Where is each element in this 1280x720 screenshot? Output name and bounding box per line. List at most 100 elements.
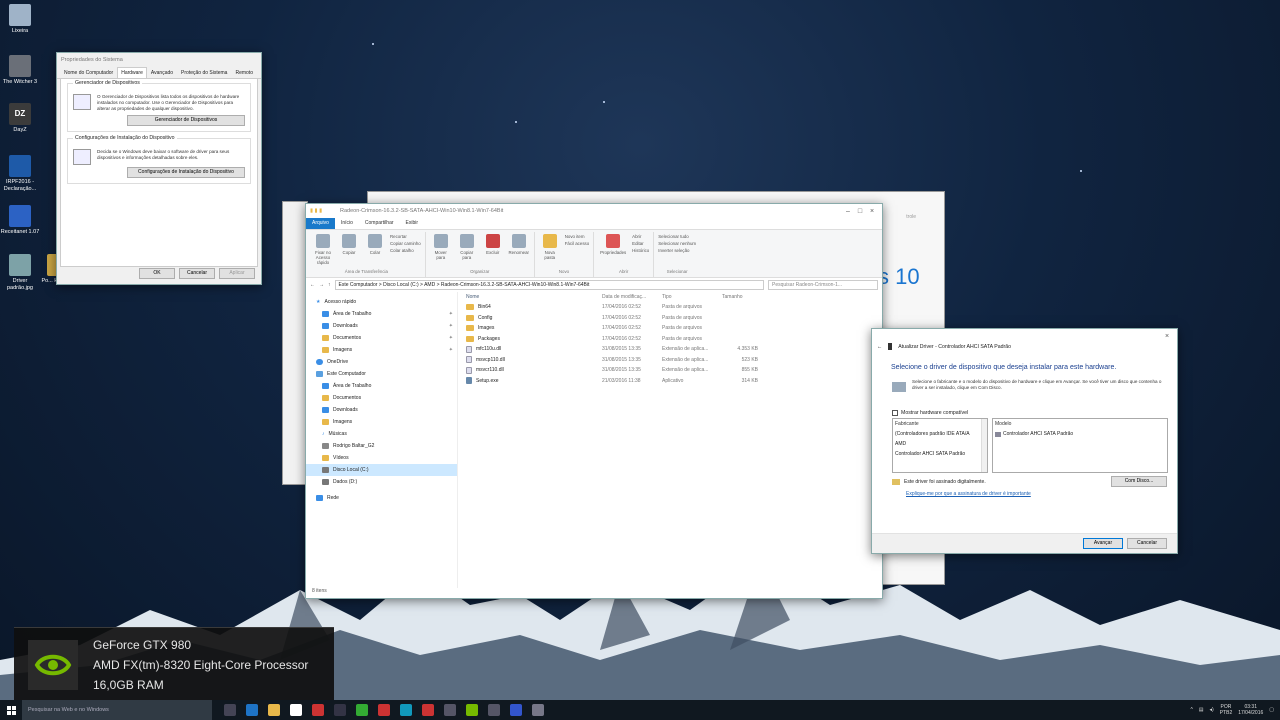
copy-to-button[interactable]: Copiar para bbox=[456, 232, 478, 269]
history-button[interactable]: Histórico bbox=[632, 248, 649, 253]
list-item[interactable]: Controlador AHCI SATA Padrão bbox=[993, 429, 1167, 439]
nav-item-pc-downloads[interactable]: Downloads bbox=[306, 404, 457, 416]
apply-button[interactable]: Aplicar bbox=[219, 268, 255, 279]
have-disk-button[interactable]: Com Disco... bbox=[1111, 476, 1167, 487]
tray-chevron-icon[interactable]: ^ bbox=[1190, 707, 1192, 713]
model-list[interactable]: Modelo Controlador AHCI SATA Padrão bbox=[992, 418, 1168, 473]
list-item[interactable]: Controlador AHCI SATA Padrão bbox=[893, 449, 987, 459]
ok-button[interactable]: OK bbox=[139, 268, 175, 279]
select-all-button[interactable]: Selecionar tudo bbox=[658, 234, 696, 239]
tab-remote[interactable]: Remoto bbox=[231, 67, 257, 78]
device-install-settings-button[interactable]: Configurações de Instalação do Dispositi… bbox=[127, 167, 245, 178]
desktop-icon-receitanet[interactable]: Receitanet 1.07 bbox=[0, 205, 40, 236]
network-icon[interactable]: ▤ bbox=[1199, 707, 1204, 713]
desktop-icon-dayz[interactable]: DZ DayZ bbox=[0, 103, 40, 134]
search-input[interactable]: Pesquisar Radeon-Crimson-1... bbox=[768, 280, 878, 290]
nav-item-local-disk-c[interactable]: Disco Local (C:) bbox=[306, 464, 457, 476]
file-row[interactable]: Config 17/04/2016 02:52 Pasta de arquivos bbox=[462, 313, 882, 324]
nav-item-desktop[interactable]: Área de Trabalho ✦ bbox=[306, 308, 457, 320]
app-icon[interactable] bbox=[510, 704, 522, 716]
file-row[interactable]: msvcr110.dll 31/08/2015 13:35 Extensão de … bbox=[462, 365, 882, 376]
back-arrow-icon[interactable]: ← bbox=[877, 344, 882, 350]
clock[interactable]: 03:31 17/04/2016 bbox=[1238, 704, 1263, 716]
tab-file[interactable]: Arquivo bbox=[306, 218, 335, 229]
nav-item-pc-desktop[interactable]: Área de Trabalho bbox=[306, 380, 457, 392]
update-driver-dialog[interactable]: × ← Atualizar Driver - Controlador AHCI … bbox=[871, 328, 1178, 554]
desktop-icon-driver-jpg[interactable]: Driver padrão.jpg bbox=[0, 254, 40, 292]
nav-item-downloads[interactable]: Downloads ✦ bbox=[306, 320, 457, 332]
cancel-button[interactable]: Cancelar bbox=[179, 268, 215, 279]
maximize-button[interactable]: □ bbox=[854, 208, 866, 215]
address-bar[interactable]: Este Computador > Disco Local (C:) > AMD… bbox=[334, 280, 764, 290]
back-arrow-icon[interactable]: ← bbox=[310, 282, 315, 288]
chrome-icon[interactable] bbox=[378, 704, 390, 716]
file-row[interactable]: mfc110u.dll 31/08/2015 13:35 Extensão de a… bbox=[462, 344, 882, 355]
sysprops-titlebar[interactable]: Propriedades do Sistema bbox=[57, 53, 261, 67]
cancel-button[interactable]: Cancelar bbox=[1127, 538, 1167, 549]
nav-item-pictures[interactable]: Imagens ✦ bbox=[306, 344, 457, 356]
app-icon[interactable] bbox=[422, 704, 434, 716]
nav-item-data-d[interactable]: Dados (D:) bbox=[306, 476, 457, 488]
app-icon[interactable] bbox=[444, 704, 456, 716]
cut-button[interactable]: Recortar bbox=[390, 234, 421, 239]
nvidia-icon[interactable] bbox=[466, 704, 478, 716]
desktop-icon-witcher[interactable]: The Witcher 3 bbox=[0, 55, 40, 86]
invert-selection-button[interactable]: Inverter seleção bbox=[658, 248, 696, 253]
desktop-icon-irpf[interactable]: IRPF2016 - Declaração... bbox=[0, 155, 40, 193]
file-explorer-icon[interactable] bbox=[268, 704, 280, 716]
task-view-icon[interactable] bbox=[224, 704, 236, 716]
utorrent-icon[interactable] bbox=[356, 704, 368, 716]
tab-home[interactable]: Início bbox=[335, 218, 359, 229]
signing-info-link[interactable]: Explique-me por que a assinatura de driv… bbox=[906, 491, 1177, 497]
select-none-button[interactable]: Selecionar nenhum bbox=[658, 241, 696, 246]
nav-item-network[interactable]: Rede bbox=[306, 492, 457, 504]
file-row[interactable]: Bin64 17/04/2016 02:52 Pasta de arquivos bbox=[462, 302, 882, 313]
close-button[interactable]: × bbox=[1161, 333, 1173, 340]
column-size[interactable]: Tamanho bbox=[722, 294, 758, 300]
nav-item-pc-device[interactable]: Rodrigo Baltar_G2 bbox=[306, 440, 457, 452]
file-row[interactable]: msvcp110.dll 31/08/2015 13:35 Extensão de … bbox=[462, 355, 882, 366]
skype-icon[interactable] bbox=[400, 704, 412, 716]
taskbar-search-box[interactable]: Pesquisar na Web e no Windows bbox=[22, 700, 212, 720]
forward-arrow-icon[interactable]: → bbox=[319, 282, 324, 288]
nav-item-pc-documents[interactable]: Documentos bbox=[306, 392, 457, 404]
copy-path-button[interactable]: Copiar caminho bbox=[390, 241, 421, 246]
store-icon[interactable] bbox=[290, 704, 302, 716]
properties-button[interactable]: Propriedades bbox=[598, 232, 628, 269]
column-name[interactable]: Nome bbox=[462, 294, 602, 300]
app-icon[interactable] bbox=[488, 704, 500, 716]
copy-button[interactable]: Copiar bbox=[338, 232, 360, 269]
column-date[interactable]: Data de modificaç... bbox=[602, 294, 662, 300]
file-row[interactable]: Packages 17/04/2016 02:52 Pasta de arquivo… bbox=[462, 334, 882, 345]
edit-button[interactable]: Editar bbox=[632, 241, 649, 246]
list-item[interactable]: (Controladores padrão IDE ATA/A bbox=[893, 429, 987, 439]
manufacturer-list[interactable]: Fabricante (Controladores padrão IDE ATA… bbox=[892, 418, 988, 473]
nav-item-onedrive[interactable]: OneDrive bbox=[306, 356, 457, 368]
steam-icon[interactable] bbox=[334, 704, 346, 716]
nav-item-quick-access[interactable]: ★ Acesso rápido bbox=[306, 296, 457, 308]
list-item[interactable]: AMD bbox=[893, 439, 987, 449]
new-folder-button[interactable]: Nova pasta bbox=[539, 232, 561, 269]
tab-hardware[interactable]: Hardware bbox=[117, 67, 147, 78]
tab-share[interactable]: Compartilhar bbox=[359, 218, 400, 229]
close-button[interactable]: × bbox=[866, 208, 878, 215]
tab-computer-name[interactable]: Nome do Computador bbox=[60, 67, 117, 78]
column-type[interactable]: Tipo bbox=[662, 294, 722, 300]
tab-view[interactable]: Exibir bbox=[400, 218, 425, 229]
keyboard-layout[interactable]: POR PTB2 bbox=[1220, 704, 1233, 716]
move-to-button[interactable]: Mover para bbox=[430, 232, 452, 269]
file-explorer-window[interactable]: ▮ ▮ ▮ Radeon-Crimson-16.3.2-SB-SATA-AHCI… bbox=[305, 203, 883, 599]
start-button[interactable] bbox=[0, 700, 22, 720]
nav-item-pc-music[interactable]: ♪ Músicas bbox=[306, 428, 457, 440]
desktop-icon-recycle-bin[interactable]: Lixeira bbox=[0, 4, 40, 35]
file-row[interactable]: Images 17/04/2016 02:52 Pasta de arquivos bbox=[462, 323, 882, 334]
easy-access-button[interactable]: Fácil acesso bbox=[565, 241, 589, 246]
device-manager-task-icon[interactable] bbox=[532, 704, 544, 716]
show-compatible-checkbox[interactable]: Mostrar hardware compatível bbox=[892, 410, 1177, 416]
notifications-icon[interactable]: ▢ bbox=[1269, 707, 1274, 713]
new-item-button[interactable]: Novo item bbox=[565, 234, 589, 239]
rename-button[interactable]: Renomear bbox=[508, 232, 530, 269]
delete-button[interactable]: Excluir bbox=[482, 232, 504, 269]
next-button[interactable]: Avançar bbox=[1083, 538, 1123, 549]
pin-quick-access-button[interactable]: Fixar no Acesso rápido bbox=[312, 232, 334, 269]
